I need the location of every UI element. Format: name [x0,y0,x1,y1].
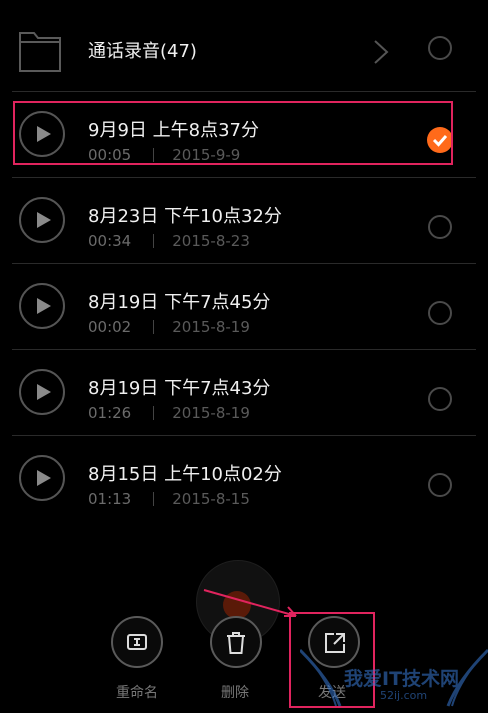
folder-name: 通话录音(47) [88,41,197,62]
annotation-highlight-box [13,101,453,165]
select-folder-checkbox[interactable] [428,36,452,60]
meta-separator [153,320,155,334]
play-icon [37,384,51,400]
play-button[interactable] [19,455,65,501]
recording-date: 2015-8-19 [172,318,250,336]
folder-row[interactable]: 通话录音(47) [0,5,488,92]
select-checkbox[interactable] [428,301,452,325]
recording-duration: 00:02 [88,318,132,336]
watermark-url: 52ij.com [380,689,428,702]
select-checkbox[interactable] [428,387,452,411]
trash-icon [227,632,245,654]
select-checkbox[interactable] [428,215,452,239]
recording-row[interactable]: 8月19日 下午7点43分 01:26 2015-8-19 [0,350,488,436]
recording-duration: 01:13 [88,490,132,508]
meta-separator [153,234,155,248]
folder-icon [19,32,61,72]
recording-title: 8月23日 下午10点32分 [88,206,282,227]
chevron-right-icon[interactable] [373,39,389,65]
delete-label: 删除 [221,685,249,701]
recording-row[interactable]: 8月19日 下午7点45分 00:02 2015-8-19 [0,264,488,350]
play-icon [37,212,51,228]
play-icon [37,298,51,314]
recording-date: 2015-8-23 [172,232,250,250]
rename-label: 重命名 [116,685,158,701]
play-button[interactable] [19,283,65,329]
recording-meta: 01:13 2015-8-15 [88,490,250,508]
recording-title: 8月19日 下午7点43分 [88,378,271,399]
play-button[interactable] [19,369,65,415]
recording-row[interactable]: 8月15日 上午10点02分 01:13 2015-8-15 [0,436,488,522]
rename-icon [127,634,147,650]
recording-duration: 01:26 [88,404,132,422]
meta-separator [153,492,155,506]
recording-meta: 00:02 2015-8-19 [88,318,250,336]
recording-title: 8月19日 下午7点45分 [88,292,271,313]
recording-date: 2015-8-19 [172,404,250,422]
watermark-logo: 我爱IT技术网 52ij.com [298,640,488,709]
play-icon [37,470,51,486]
watermark-text: 我爱IT技术网 [344,668,460,690]
meta-separator [153,406,155,420]
recording-row[interactable]: 8月23日 下午10点32分 00:34 2015-8-23 [0,178,488,264]
play-button[interactable] [19,197,65,243]
delete-button[interactable] [210,616,262,668]
recording-meta: 00:34 2015-8-23 [88,232,250,250]
recording-title: 8月15日 上午10点02分 [88,464,282,485]
recording-duration: 00:34 [88,232,132,250]
recording-date: 2015-8-15 [172,490,250,508]
select-checkbox[interactable] [428,473,452,497]
recording-meta: 01:26 2015-8-19 [88,404,250,422]
rename-button[interactable] [111,616,163,668]
